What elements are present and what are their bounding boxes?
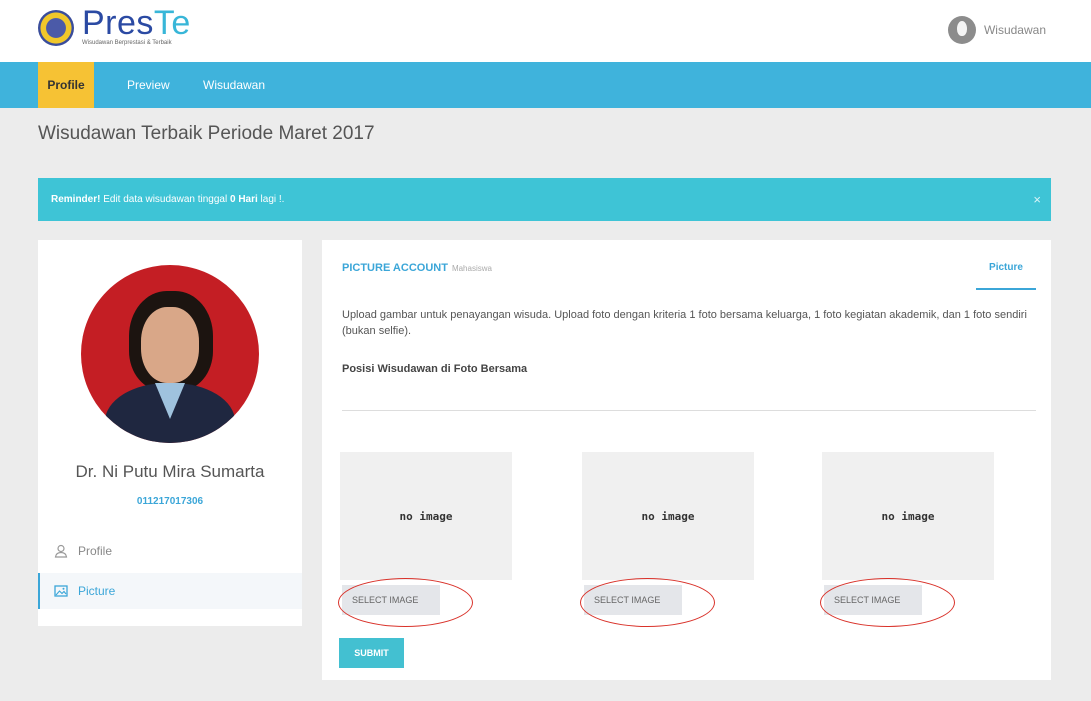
sidebar-item-label: Picture xyxy=(78,584,116,598)
card-header: PICTURE ACCOUNT Mahasiswa xyxy=(342,262,492,274)
card-title: PICTURE ACCOUNT xyxy=(342,262,448,274)
user-name[interactable]: Wisudawan xyxy=(984,23,1046,37)
reminder-alert: Reminder! Edit data wisudawan tinggal 0 … xyxy=(38,178,1051,221)
field-label: Posisi Wisudawan di Foto Bersama xyxy=(342,363,528,375)
logo-text: PresTe Wisudawan Berprestasi & Terbaik xyxy=(82,6,191,46)
nav-item-preview[interactable]: Preview xyxy=(127,62,170,108)
image-slot-2: no image SELECT IMAGE xyxy=(580,452,754,627)
photo-face xyxy=(141,307,199,383)
logo-part-1: Pres xyxy=(82,4,154,42)
tab-picture[interactable]: Picture xyxy=(976,262,1036,290)
nav-item-profile[interactable]: Profile xyxy=(38,62,94,108)
divider xyxy=(342,410,1036,411)
university-seal-icon xyxy=(38,10,74,46)
reminder-strong: Reminder! xyxy=(51,194,101,205)
select-image-button[interactable]: SELECT IMAGE xyxy=(584,585,682,615)
close-icon[interactable]: × xyxy=(1033,178,1041,221)
image-slot-3: no image SELECT IMAGE xyxy=(820,452,994,627)
profile-nim: 011217017306 xyxy=(136,496,204,507)
logo-part-2: Te xyxy=(153,4,191,42)
sidebar-item-picture[interactable]: Picture xyxy=(38,573,302,609)
upload-instructions: Upload gambar untuk penayangan wisuda. U… xyxy=(342,309,1027,337)
image-preview: no image xyxy=(582,452,754,580)
brand-logo[interactable]: PresTe Wisudawan Berprestasi & Terbaik xyxy=(38,6,191,46)
submit-button[interactable]: SUBMIT xyxy=(339,638,404,668)
nav-item-wisudawan[interactable]: Wisudawan xyxy=(203,62,265,108)
main-navbar: Profile Preview Wisudawan xyxy=(0,62,1091,108)
profile-name: Dr. Ni Putu Mira Sumarta xyxy=(75,462,265,481)
reminder-text-after: lagi !. xyxy=(257,194,285,205)
card-subtitle: Mahasiswa xyxy=(451,264,492,273)
user-menu[interactable]: Wisudawan xyxy=(947,16,1046,44)
select-image-button[interactable]: SELECT IMAGE xyxy=(342,585,440,615)
logo-wordmark: PresTe xyxy=(82,6,191,40)
image-icon xyxy=(54,584,68,598)
image-preview: no image xyxy=(822,452,994,580)
profile-photo xyxy=(81,265,259,443)
profile-card: Dr. Ni Putu Mira Sumarta 011217017306 Pr… xyxy=(38,240,302,626)
sidebar-item-profile[interactable]: Profile xyxy=(38,533,302,569)
sidebar-item-label: Profile xyxy=(78,544,113,558)
user-icon xyxy=(54,544,68,558)
top-header: PresTe Wisudawan Berprestasi & Terbaik W… xyxy=(0,0,1091,62)
image-preview: no image xyxy=(340,452,512,580)
image-slot-1: no image SELECT IMAGE xyxy=(338,452,512,627)
select-image-button[interactable]: SELECT IMAGE xyxy=(824,585,922,615)
page-title: Wisudawan Terbaik Periode Maret 2017 xyxy=(38,123,375,144)
picture-account-card: PICTURE ACCOUNT Mahasiswa Picture Upload … xyxy=(322,240,1051,680)
reminder-days: 0 Hari xyxy=(229,194,258,205)
user-avatar-icon[interactable] xyxy=(947,16,976,44)
reminder-text-before: Edit data wisudawan tinggal xyxy=(100,194,230,205)
